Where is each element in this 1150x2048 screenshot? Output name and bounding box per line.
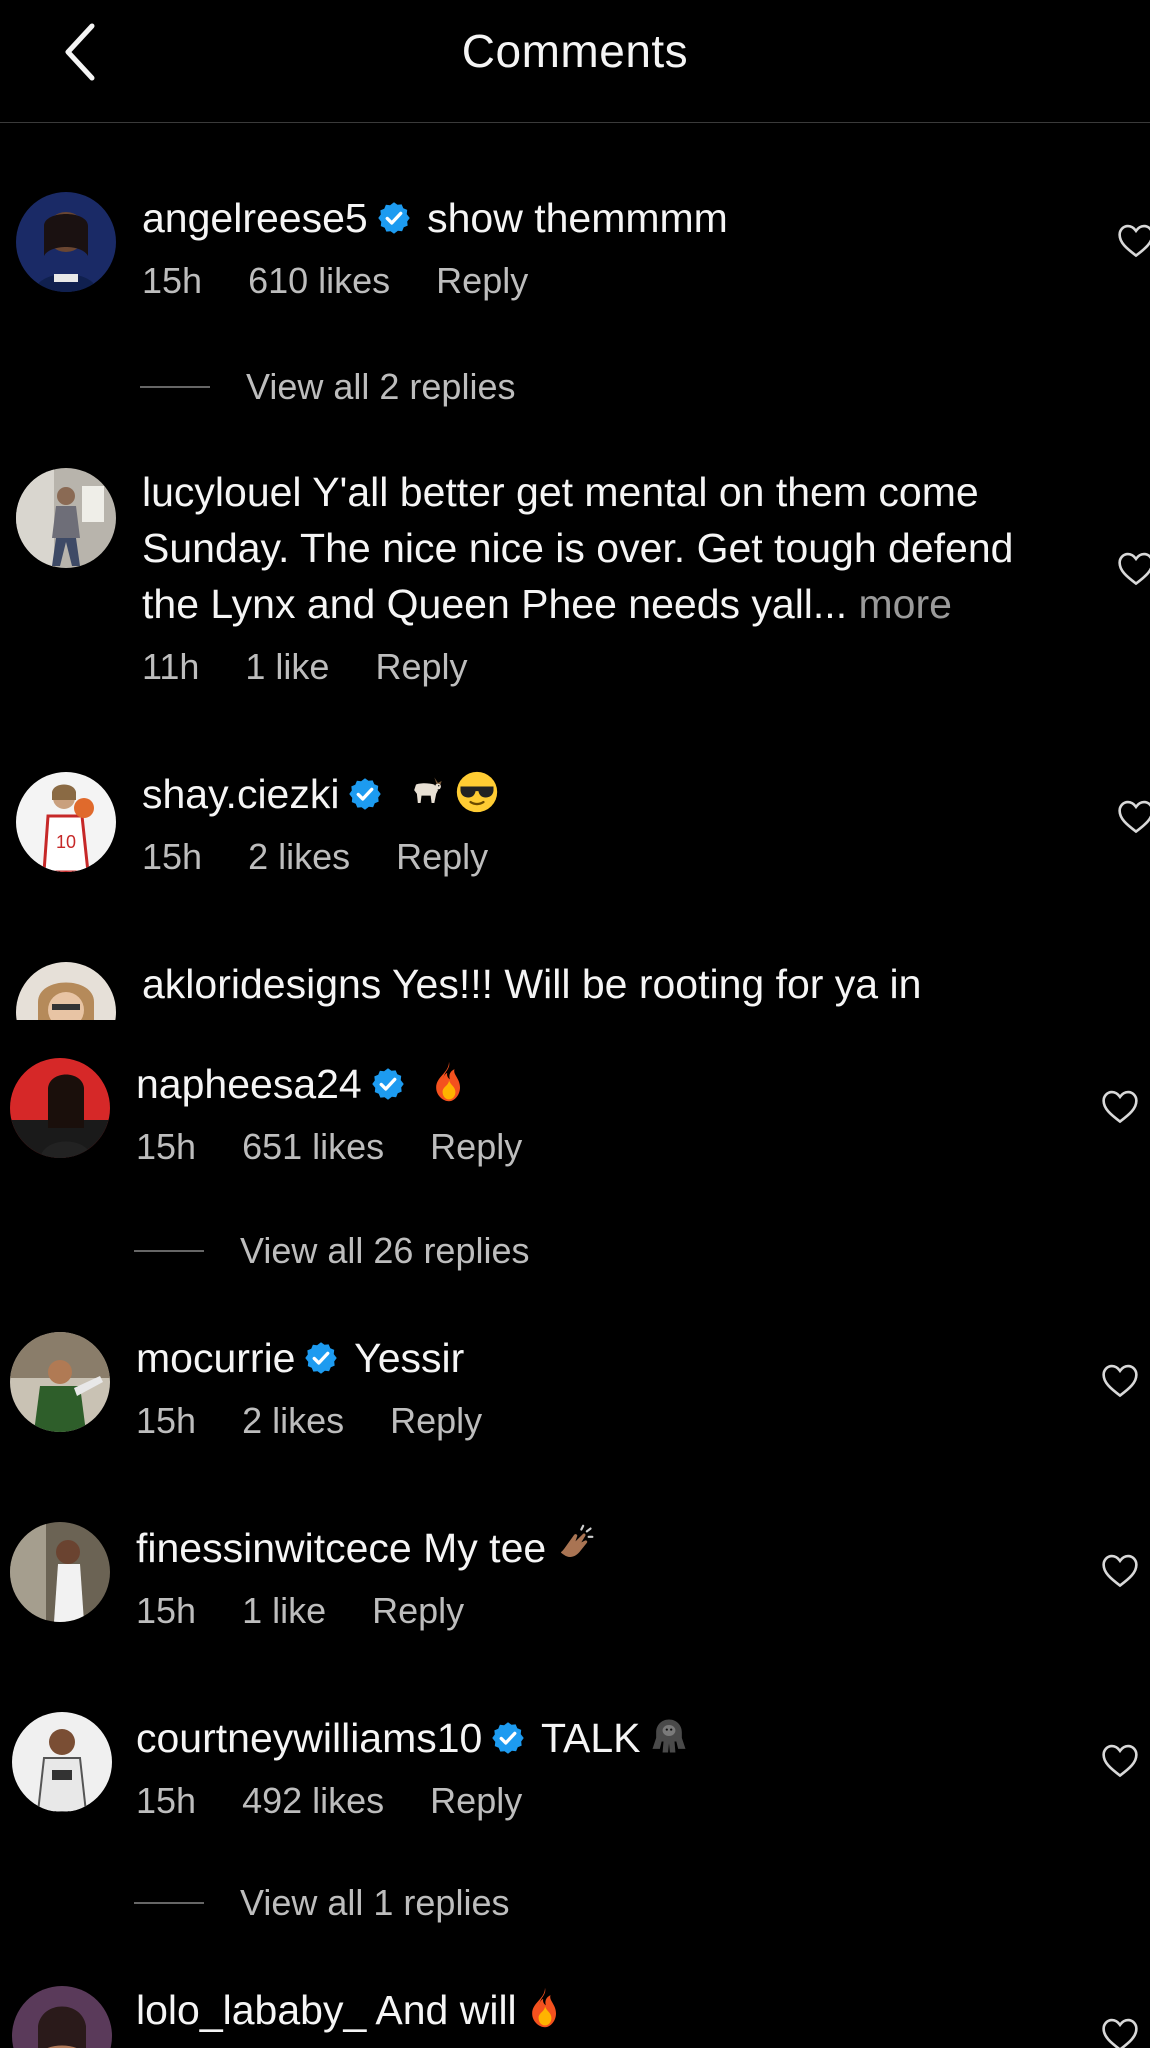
comment-likes[interactable]: 1 like	[242, 1590, 326, 1631]
view-replies-button[interactable]: View all 26 replies	[134, 1230, 530, 1272]
comment-likes[interactable]: 2 likes	[248, 836, 350, 877]
divider	[140, 386, 210, 388]
reply-button[interactable]: Reply	[375, 646, 467, 687]
comment-username[interactable]: napheesa24	[136, 1061, 362, 1107]
divider	[134, 1250, 204, 1252]
avatar[interactable]	[10, 1332, 110, 1432]
verified-badge-icon	[376, 200, 412, 236]
comment-text: TALK	[541, 1715, 641, 1761]
sunglasses-emoji-icon	[455, 770, 499, 814]
comment-username[interactable]: courtneywilliams10	[136, 1715, 482, 1761]
goat-emoji-icon	[405, 770, 449, 814]
page-title: Comments	[461, 25, 689, 77]
verified-badge-icon	[347, 776, 383, 812]
avatar[interactable]	[12, 1986, 112, 2048]
comment-time: 15h	[136, 1400, 197, 1441]
more-link[interactable]: more	[859, 581, 952, 627]
avatar[interactable]	[10, 1058, 110, 1158]
comment-text: And will	[375, 1987, 517, 2033]
avatar[interactable]	[16, 962, 116, 1020]
comment-likes[interactable]: 1 like	[245, 646, 329, 687]
comment-likes[interactable]: 651 likes	[242, 1126, 384, 1167]
comment-username[interactable]: shay.ciezki	[142, 771, 339, 817]
comment-username[interactable]: lucylouel	[142, 469, 302, 515]
view-replies-button[interactable]: View all 2 replies	[140, 366, 515, 408]
view-replies-label: View all 26 replies	[240, 1230, 530, 1271]
comment-text: show themmmm	[427, 195, 728, 241]
reply-button[interactable]: Reply	[396, 836, 488, 877]
comment-text: Yes!!! Will be rooting for ya in	[391, 961, 922, 1007]
reply-button[interactable]: Reply	[390, 1400, 482, 1441]
like-heart-icon[interactable]	[1100, 1742, 1140, 1778]
verified-badge-icon	[303, 1340, 339, 1376]
comment-item: lolo_lababy_ And will	[0, 1982, 1150, 2048]
avatar[interactable]: 10	[16, 772, 116, 872]
fire-emoji-icon	[523, 1986, 567, 2030]
comment-item: akloridesigns Yes!!! Will be rooting for…	[0, 956, 1150, 1020]
comment-time: 15h	[136, 1590, 197, 1631]
comment-time: 15h	[142, 836, 203, 877]
comment-time: 11h	[142, 646, 200, 687]
comment-likes[interactable]: 2 likes	[242, 1400, 344, 1441]
like-heart-icon[interactable]	[1100, 1552, 1140, 1588]
reply-button[interactable]: Reply	[436, 260, 528, 301]
avatar[interactable]	[16, 192, 116, 292]
avatar[interactable]	[16, 468, 116, 568]
reply-button[interactable]: Reply	[430, 1780, 522, 1821]
like-heart-icon[interactable]	[1116, 550, 1150, 586]
comment-time: 15h	[136, 1126, 197, 1167]
comment-text: Yessir	[354, 1335, 465, 1381]
clapping-hands-emoji-icon	[552, 1524, 596, 1568]
like-heart-icon[interactable]	[1116, 798, 1150, 834]
comment-username[interactable]: mocurrie	[136, 1335, 295, 1381]
verified-badge-icon	[490, 1720, 526, 1756]
fire-emoji-icon	[427, 1060, 471, 1104]
view-replies-button[interactable]: View all 1 replies	[134, 1882, 509, 1924]
comment-likes[interactable]: 492 likes	[242, 1780, 384, 1821]
like-heart-icon[interactable]	[1100, 2016, 1140, 2048]
like-heart-icon[interactable]	[1116, 222, 1150, 258]
comment-username[interactable]: angelreese5	[142, 195, 368, 241]
comment-text: My tee	[423, 1525, 547, 1571]
header-bar: Comments	[0, 0, 1150, 123]
reply-button[interactable]: Reply	[430, 1126, 522, 1167]
gorilla-emoji-icon	[647, 1714, 691, 1758]
comment-time: 15h	[136, 1780, 197, 1821]
comment-time: 15h	[142, 260, 203, 301]
avatar[interactable]	[12, 1712, 112, 1812]
verified-badge-icon	[370, 1066, 406, 1102]
divider	[134, 1902, 204, 1904]
reply-button[interactable]: Reply	[372, 1590, 464, 1631]
like-heart-icon[interactable]	[1100, 1362, 1140, 1398]
comment-username[interactable]: finessinwitcece	[136, 1525, 412, 1571]
view-replies-label: View all 2 replies	[246, 366, 516, 407]
avatar[interactable]	[10, 1522, 110, 1622]
comment-username[interactable]: lolo_lababy_	[136, 1987, 366, 2033]
like-heart-icon[interactable]	[1100, 1088, 1140, 1124]
svg-text:10: 10	[56, 832, 76, 852]
view-replies-label: View all 1 replies	[240, 1882, 510, 1923]
comment-likes[interactable]: 610 likes	[248, 260, 390, 301]
comment-username[interactable]: akloridesigns	[142, 961, 381, 1007]
